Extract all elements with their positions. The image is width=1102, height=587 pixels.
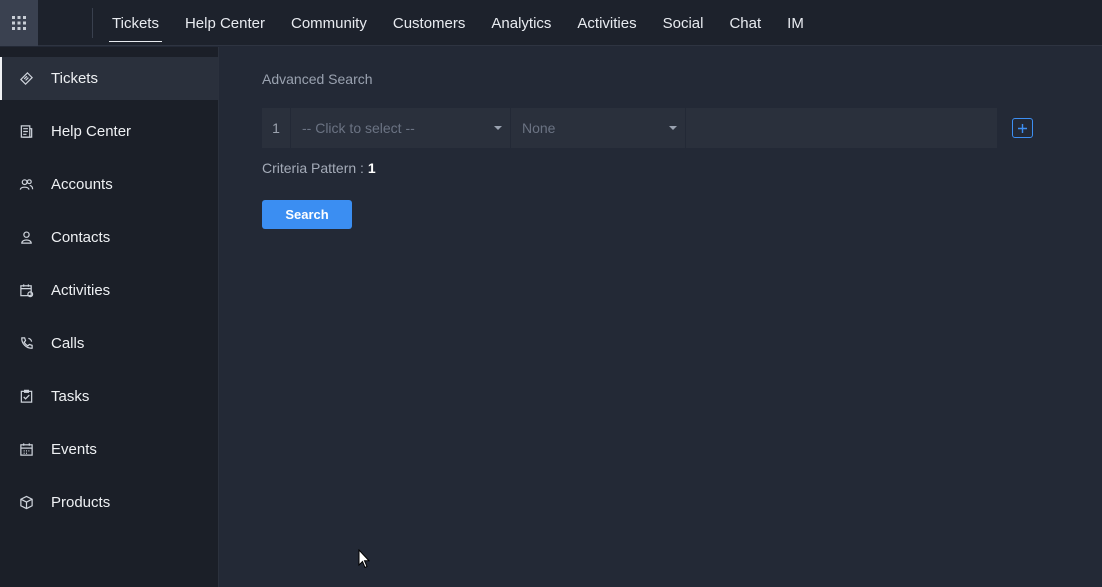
calendar-icon <box>18 442 34 458</box>
add-criteria-button[interactable] <box>1012 118 1033 138</box>
sidebar-item-label: Products <box>51 494 111 511</box>
chevron-down-icon <box>494 126 502 130</box>
sidebar-item-label: Help Center <box>51 123 132 140</box>
top-nav: Tickets Help Center Community Customers … <box>99 0 817 46</box>
chevron-down-icon <box>669 126 677 130</box>
sidebar-item-label: Calls <box>51 335 85 352</box>
task-icon <box>18 389 34 405</box>
phone-icon <box>18 336 34 352</box>
sidebar-item-accounts[interactable]: Accounts <box>0 163 218 206</box>
criteria-row-number: 1 <box>262 108 291 148</box>
tab-social[interactable]: Social <box>650 0 717 46</box>
criteria-row: 1 -- Click to select -- None <box>262 108 997 148</box>
search-button[interactable]: Search <box>262 200 352 229</box>
article-icon <box>18 124 34 140</box>
grid-icon <box>12 16 26 30</box>
sidebar-item-label: Contacts <box>51 229 111 246</box>
topbar-divider <box>92 8 93 38</box>
sidebar-item-events[interactable]: Events <box>0 428 218 471</box>
field-select[interactable]: -- Click to select -- <box>291 108 511 148</box>
mouse-cursor-icon <box>358 549 370 569</box>
field-select-placeholder: -- Click to select -- <box>302 120 415 136</box>
tab-community[interactable]: Community <box>278 0 380 46</box>
sidebar-item-calls[interactable]: Calls <box>0 322 218 365</box>
page-title: Advanced Search <box>262 71 373 87</box>
tab-im[interactable]: IM <box>774 0 817 46</box>
tab-tickets[interactable]: Tickets <box>99 0 172 46</box>
sidebar-item-label: Accounts <box>51 176 113 193</box>
criteria-pattern: Criteria Pattern : 1 <box>262 160 376 176</box>
box-icon <box>18 495 34 511</box>
sidebar-item-label: Tickets <box>51 70 98 87</box>
sidebar: Tickets Help Center Accounts Contacts Ac… <box>0 47 219 587</box>
tab-customers[interactable]: Customers <box>380 0 479 46</box>
sidebar-item-contacts[interactable]: Contacts <box>0 216 218 259</box>
app-grid-button[interactable] <box>0 0 38 46</box>
top-bar: Tickets Help Center Community Customers … <box>0 0 1102 46</box>
sidebar-item-help-center[interactable]: Help Center <box>0 110 218 153</box>
tab-help-center[interactable]: Help Center <box>172 0 278 46</box>
sidebar-item-tasks[interactable]: Tasks <box>0 375 218 418</box>
tab-activities[interactable]: Activities <box>564 0 649 46</box>
tab-chat[interactable]: Chat <box>716 0 774 46</box>
operator-select[interactable]: None <box>511 108 686 148</box>
criteria-pattern-label: Criteria Pattern : <box>262 160 364 176</box>
sidebar-item-products[interactable]: Products <box>0 481 218 524</box>
operator-select-value: None <box>522 120 556 136</box>
main-content: Advanced Search 1 -- Click to select -- … <box>220 47 1102 587</box>
sidebar-item-tickets[interactable]: Tickets <box>0 57 218 100</box>
sidebar-item-activities[interactable]: Activities <box>0 269 218 312</box>
sidebar-item-label: Tasks <box>51 388 90 405</box>
plus-icon <box>1018 123 1027 133</box>
contact-icon <box>18 230 34 246</box>
sidebar-item-label: Events <box>51 441 97 458</box>
ticket-icon <box>18 71 34 87</box>
criteria-value-input[interactable] <box>686 108 997 148</box>
tab-analytics[interactable]: Analytics <box>478 0 564 46</box>
sidebar-item-label: Activities <box>51 282 111 299</box>
activities-icon <box>18 283 34 299</box>
accounts-icon <box>18 177 34 193</box>
criteria-pattern-value: 1 <box>367 160 376 176</box>
